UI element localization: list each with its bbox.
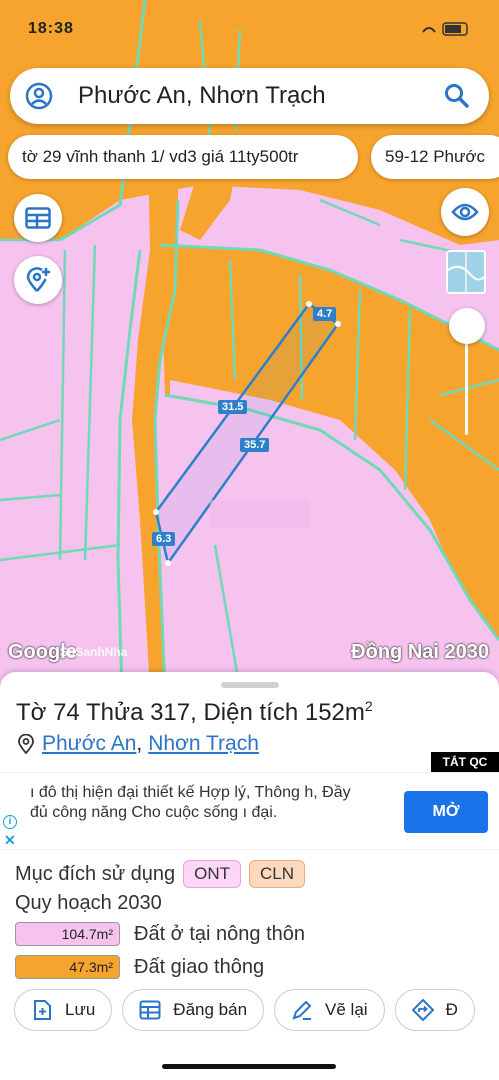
battery-icon [422, 22, 468, 36]
area-value: 47.3m² [15, 955, 120, 979]
status-icons [421, 22, 471, 39]
dimension-label: 4.7 [313, 307, 337, 321]
location-pin-icon [18, 734, 34, 754]
land-use-row: Mục đích sử dụng ONT CLN [15, 860, 306, 888]
dimension-label: 6.3 [152, 532, 176, 546]
directions-icon [411, 999, 434, 1021]
recent-search-chip[interactable]: tờ 29 vĩnh thanh 1/ vd3 giá 11ty500tr [8, 135, 358, 179]
dimension-label: 35.7 [240, 438, 270, 452]
satellite-map-icon [448, 252, 484, 292]
add-bookmark-icon [34, 1000, 51, 1020]
directions-button[interactable]: Đ [394, 989, 475, 1031]
dimension-label: 31.5 [218, 400, 248, 414]
add-location-icon [26, 267, 50, 292]
district-link[interactable]: Nhơn Trạch [148, 732, 259, 756]
ad-close-icon[interactable]: ✕ [4, 832, 16, 849]
area-type: Đất giao thông [134, 955, 265, 978]
sheet-drag-handle[interactable] [221, 682, 279, 688]
ad-info-icon[interactable]: i [3, 815, 17, 829]
parcel-title: Tờ 74 Thửa 317, Diện tích 152m2 [16, 698, 373, 726]
planning-area-row: 47.3m² Đất giao thông [15, 955, 264, 979]
planning-label: Quy hoạch 2030 [15, 892, 162, 914]
opacity-slider-track[interactable] [465, 330, 468, 435]
eye-icon [451, 203, 479, 221]
close-ad-button[interactable]: TẮT QC [431, 752, 499, 772]
ward-link[interactable]: Phước An [42, 732, 136, 756]
add-location-button[interactable] [14, 256, 62, 304]
planning-area-row: 104.7m² Đất ở tại nông thôn [15, 922, 305, 946]
area-type: Đất ở tại nông thôn [134, 922, 306, 945]
layers-button[interactable] [14, 194, 62, 242]
parcel-location: Phước An , Nhơn Trạch [18, 732, 259, 756]
table-icon [25, 207, 51, 229]
opacity-slider-knob[interactable] [449, 308, 485, 344]
visibility-button[interactable] [441, 188, 489, 236]
search-icon[interactable] [443, 82, 471, 110]
land-use-tag: CLN [249, 860, 306, 888]
redraw-button[interactable]: Vẽ lại [274, 989, 385, 1031]
parcel-info-sheet[interactable]: Tờ 74 Thửa 317, Diện tích 152m2 Phước An… [0, 672, 499, 1080]
land-use-label: Mục đích sử dụng [15, 862, 176, 885]
watermark: SoSanhNha [60, 645, 128, 659]
planning-layer-label: Đồng Nai 2030 [351, 641, 489, 663]
action-bar: Lưu Đăng bán Vẽ lại Đ [14, 989, 485, 1031]
home-indicator[interactable] [162, 1064, 336, 1069]
search-input[interactable]: Phước An, Nhơn Trạch [78, 82, 443, 110]
status-time: 18:38 [28, 20, 74, 37]
map-view[interactable]: 18:38 Phước An, Nhơn Trạch tờ 29 vĩnh th… [0, 0, 499, 690]
listing-icon [139, 1000, 161, 1020]
user-icon[interactable] [24, 81, 54, 111]
search-bar[interactable]: Phước An, Nhơn Trạch [10, 68, 489, 124]
post-listing-button[interactable]: Đăng bán [122, 989, 265, 1031]
save-button[interactable]: Lưu [14, 989, 113, 1031]
land-use-tag: ONT [183, 860, 242, 888]
ad-open-button[interactable]: MỞ [404, 791, 488, 833]
redraw-icon [292, 1000, 312, 1020]
recent-search-chip[interactable]: 59-12 Phước [371, 135, 499, 179]
area-value: 104.7m² [15, 922, 120, 946]
location-separator: , [136, 732, 143, 755]
ad-banner[interactable]: i ✕ ı đô thị hiện đại thiết kế Hợp lý, T… [0, 772, 499, 850]
ad-text: ı đô thị hiện đại thiết kế Hợp lý, Thông… [30, 784, 351, 821]
satellite-thumbnail[interactable] [446, 250, 486, 294]
